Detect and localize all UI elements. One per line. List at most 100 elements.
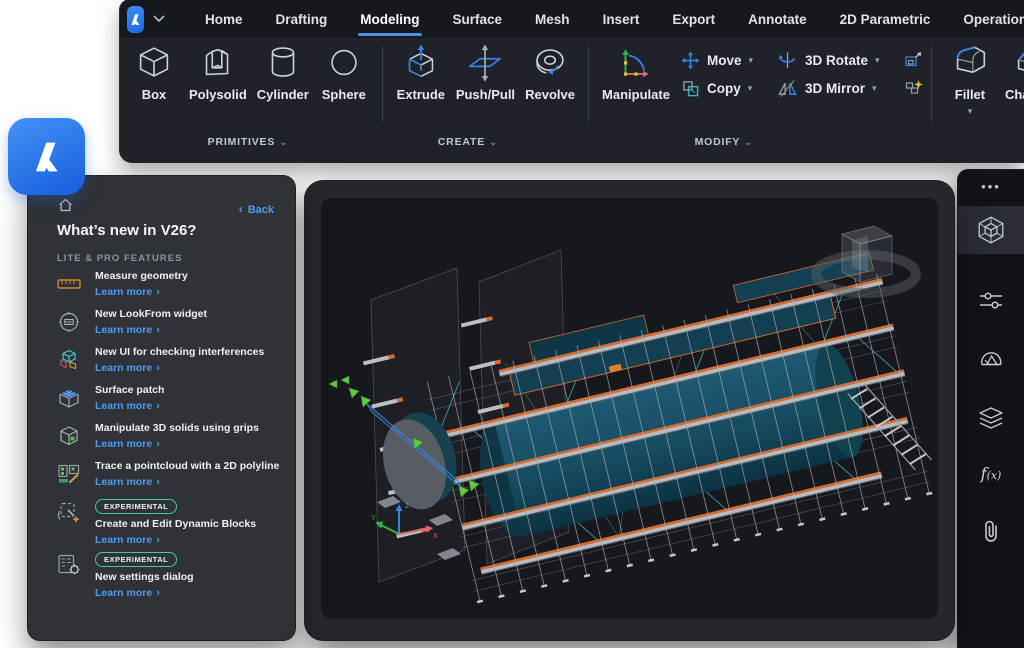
group-primitives: Box Polysolid Cylinder: [124, 40, 374, 102]
learn-more-link[interactable]: Learn more›: [95, 438, 259, 450]
tool-label: Polysolid: [189, 87, 247, 102]
materials-icon: [978, 346, 1004, 372]
caret-down-icon[interactable]: ▾: [875, 55, 880, 66]
parameters-button[interactable]: f(x): [981, 466, 1002, 484]
bricscad-logo-icon: [127, 11, 144, 28]
function-fx-icon: f(x): [981, 464, 1002, 483]
group-separator: [382, 46, 383, 122]
layers-icon: [977, 406, 1005, 432]
chevron-down-icon: ⌄: [744, 137, 753, 148]
feature-title: Surface patch: [95, 384, 164, 396]
chamfer-tool[interactable]: Chamfer ▾: [1000, 40, 1024, 115]
scale-tool[interactable]: [905, 52, 923, 67]
tab-export[interactable]: Export: [672, 12, 715, 27]
tab-operations[interactable]: Operations: [963, 12, 1024, 27]
feature-title: New UI for checking interferences: [95, 346, 264, 358]
dynamic-blocks-icon: [57, 500, 82, 524]
materials-button[interactable]: [978, 346, 1004, 372]
ribbon: Home Drafting Modeling Surface Mesh Inse…: [120, 0, 1024, 162]
feature-title: New LookFrom widget: [95, 308, 207, 320]
app-logo-button[interactable]: [127, 6, 144, 33]
forward-arrow-icon: ›: [156, 438, 160, 450]
tool-label: Sphere: [322, 87, 366, 102]
grips-cube-icon: [57, 424, 82, 448]
group-label-create[interactable]: CREATE⌄: [438, 136, 498, 148]
learn-more-link[interactable]: Learn more›: [95, 324, 207, 336]
back-arrow-icon: ‹: [239, 202, 243, 216]
list-item: EXPERIMENTAL Create and Edit Dynamic Blo…: [28, 498, 295, 551]
tab-surface[interactable]: Surface: [453, 12, 503, 27]
mirror3d-tool[interactable]: 3D Mirror ▾: [777, 78, 903, 99]
caret-down-icon[interactable]: ▾: [748, 83, 753, 94]
tab-2d-parametric[interactable]: 2D Parametric: [840, 12, 931, 27]
back-button[interactable]: ‹Back: [239, 202, 274, 216]
tool-label: Fillet: [955, 87, 985, 102]
revolve-tool[interactable]: Revolve: [520, 40, 580, 102]
group-label-text: CREATE: [438, 136, 485, 148]
tab-annotate[interactable]: Annotate: [748, 12, 807, 27]
tab-mesh[interactable]: Mesh: [535, 12, 570, 27]
fillet-tool[interactable]: Fillet ▾: [940, 40, 1000, 115]
quick-access-chevron[interactable]: [153, 15, 165, 23]
tool-label: 3D Mirror: [805, 81, 865, 96]
rotate3d-tool[interactable]: 3D Rotate ▾: [777, 50, 903, 71]
learn-more-link[interactable]: Learn more›: [95, 400, 164, 412]
viewport-canvas[interactable]: Z Y X: [321, 198, 938, 619]
section-header: LITE & PRO FEATURES: [57, 253, 182, 264]
box-tool[interactable]: Box: [124, 40, 184, 102]
chevron-down-icon: ⌄: [279, 137, 288, 148]
adjust-sliders-button[interactable]: [978, 288, 1004, 312]
tool-label: Box: [142, 87, 167, 102]
caret-down-icon[interactable]: ▾: [748, 55, 753, 66]
group-create: Extrude Push/Pull: [391, 40, 580, 102]
group-label-primitives[interactable]: PRIMITIVES⌄: [208, 136, 289, 148]
learn-more-link[interactable]: Learn more›: [95, 476, 279, 488]
feature-title: Trace a pointcloud with a 2D polyline: [95, 460, 279, 472]
attachments-button[interactable]: [980, 518, 1002, 546]
tool-label: Manipulate: [602, 87, 670, 102]
manipulate-tool[interactable]: Manipulate: [597, 40, 675, 102]
learn-more-link[interactable]: Learn more›: [95, 286, 188, 298]
polysolid-tool[interactable]: Polysolid: [184, 40, 252, 102]
layers-button[interactable]: [977, 406, 1005, 432]
copy-tool[interactable]: Copy ▾: [681, 79, 777, 98]
panel-title: What’s new in V26?: [57, 222, 196, 239]
scale-icon: [905, 52, 922, 67]
group-label-modify[interactable]: MODIFY⌄: [695, 136, 754, 148]
more-options-button[interactable]: •••: [981, 180, 1001, 194]
polysolid-icon: [197, 42, 239, 84]
list-item: EXPERIMENTAL New settings dialog Learn m…: [28, 551, 295, 604]
tool-label: 3D Rotate: [805, 53, 868, 68]
tab-insert[interactable]: Insert: [603, 12, 640, 27]
learn-more-link[interactable]: Learn more›: [95, 587, 194, 599]
sphere-tool[interactable]: Sphere: [314, 40, 374, 102]
cylinder-tool[interactable]: Cylinder: [252, 40, 314, 102]
forward-arrow-icon: ›: [156, 534, 160, 546]
viewport: Z Y X: [321, 198, 938, 619]
pushpull-tool[interactable]: Push/Pull: [451, 40, 520, 102]
learn-more-link[interactable]: Learn more›: [95, 534, 256, 546]
sphere-icon: [323, 42, 365, 84]
home-button[interactable]: [57, 197, 74, 213]
model-browser-icon: [976, 215, 1006, 245]
tab-home[interactable]: Home: [205, 12, 243, 27]
sliders-icon: [978, 288, 1004, 312]
push-pull-icon: [464, 42, 506, 84]
tool-label: Push/Pull: [456, 87, 515, 102]
feature-title: Create and Edit Dynamic Blocks: [95, 518, 256, 530]
tab-modeling[interactable]: Modeling: [360, 12, 419, 27]
move-tool[interactable]: Move ▾: [681, 51, 777, 70]
caret-down-icon[interactable]: ▾: [872, 83, 877, 94]
lookfrom-icon: TOP: [57, 310, 82, 334]
feature-title: Manipulate 3D solids using grips: [95, 422, 259, 434]
learn-more-link[interactable]: Learn more›: [95, 362, 264, 374]
extrude-tool[interactable]: Extrude: [391, 40, 451, 102]
forward-arrow-icon: ›: [156, 362, 160, 374]
explode-tool[interactable]: [905, 79, 923, 95]
model-browser-button[interactable]: [958, 206, 1024, 254]
mirror-3d-icon: [777, 78, 798, 99]
settings-dialog-icon: [57, 553, 82, 577]
caret-down-icon[interactable]: ▾: [968, 107, 973, 115]
tab-drafting[interactable]: Drafting: [276, 12, 328, 27]
tool-label: Extrude: [397, 87, 445, 102]
